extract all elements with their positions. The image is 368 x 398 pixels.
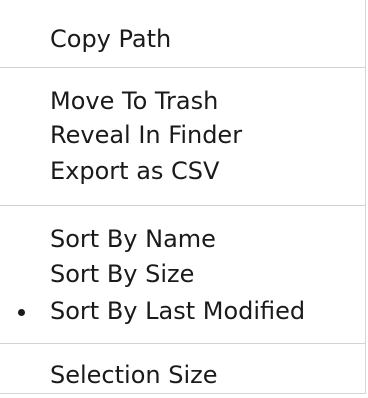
menu-item-move-to-trash[interactable]: Move To Trash: [50, 86, 218, 116]
menu-item-sort-by-size[interactable]: Sort By Size: [50, 259, 194, 289]
menu-item-copy-path[interactable]: Copy Path: [50, 24, 171, 54]
menu-separator: [0, 343, 366, 344]
menu-item-sort-by-last-modified[interactable]: Sort By Last Modified: [50, 296, 305, 326]
menu-item-selection-size[interactable]: Selection Size: [50, 360, 218, 390]
menu-separator: [0, 67, 366, 68]
menu-item-sort-by-name[interactable]: Sort By Name: [50, 224, 216, 254]
menu-separator: [0, 205, 366, 206]
menu-item-reveal-in-finder[interactable]: Reveal In Finder: [50, 120, 242, 150]
menu-item-export-as-csv[interactable]: Export as CSV: [50, 156, 219, 186]
context-menu: Copy Path Move To Trash Reveal In Finder…: [0, 0, 366, 394]
checked-bullet-icon: [18, 309, 25, 316]
